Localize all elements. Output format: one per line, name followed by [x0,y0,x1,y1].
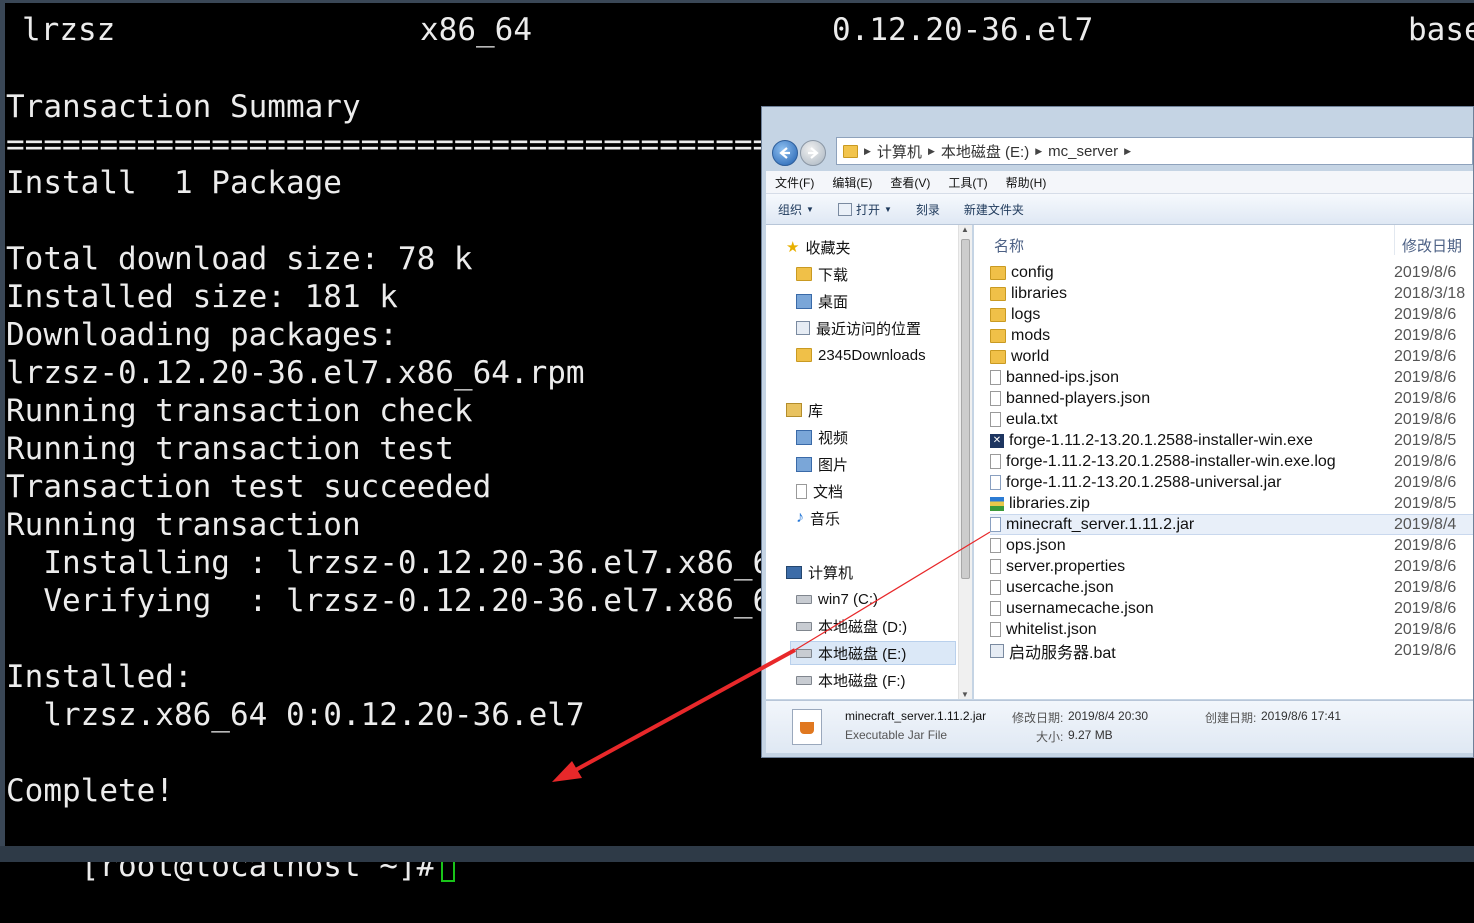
annotation-arrow [552,531,991,782]
annotation-arrow-head [552,761,582,782]
annotation-thin-line [794,531,991,651]
annotation-arrow-shaft [571,648,796,774]
